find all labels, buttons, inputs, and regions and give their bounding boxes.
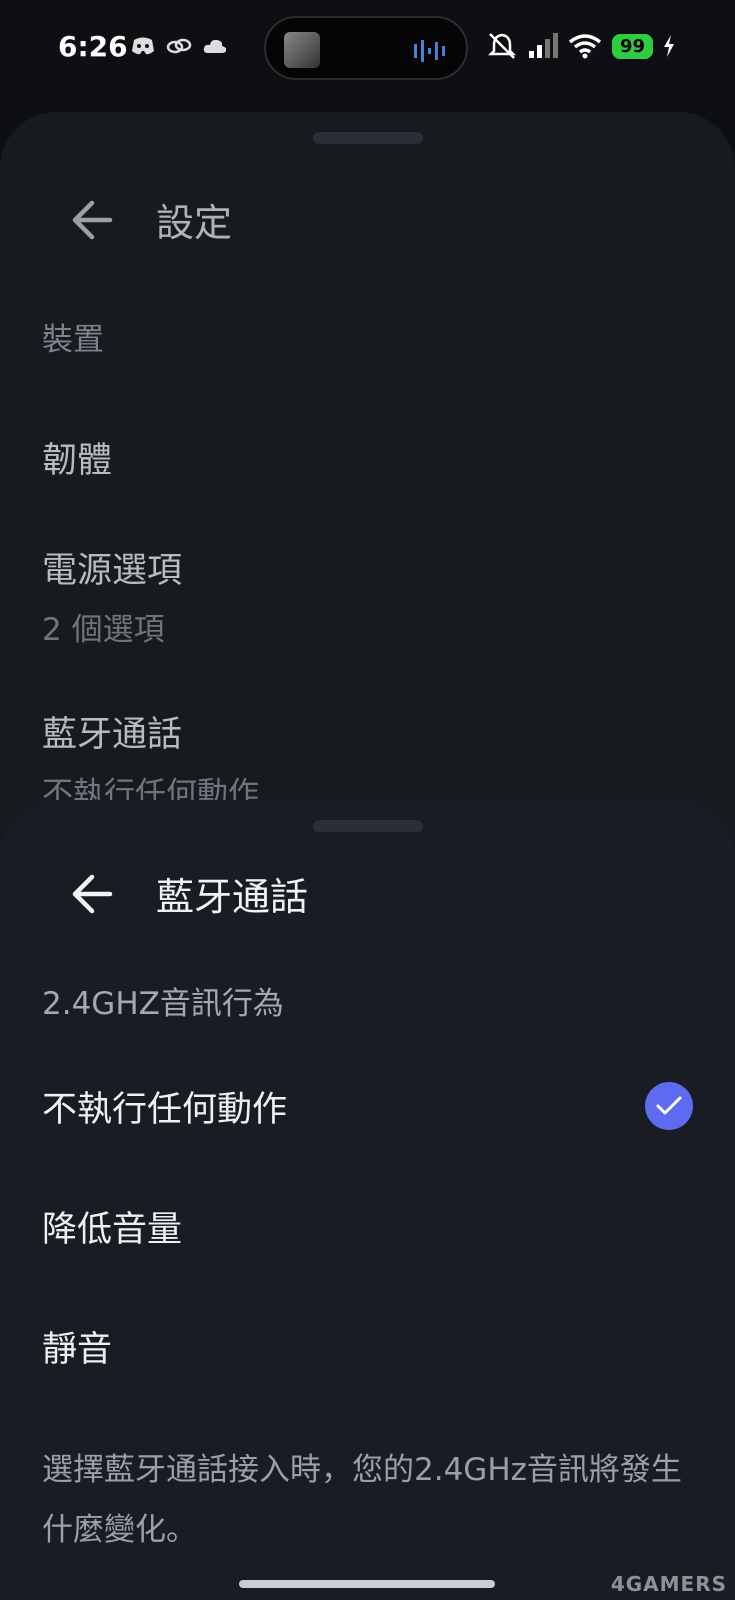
section-label-device: 裝置: [42, 322, 104, 358]
signal-icon: [528, 33, 558, 58]
settings-header: 設定: [70, 192, 232, 247]
setting-item-power-options-subtitle: 2 個選項: [42, 612, 165, 648]
sheet-handle[interactable]: [313, 132, 423, 144]
back-arrow-icon[interactable]: [70, 198, 114, 242]
wifi-icon: [568, 34, 602, 59]
dynamic-island[interactable]: [264, 16, 468, 80]
setting-item-bluetooth-call[interactable]: 藍牙通話: [42, 706, 182, 757]
discord-icon: [132, 37, 154, 55]
check-icon: [645, 1082, 693, 1130]
option-lower-volume[interactable]: 降低音量: [42, 1196, 693, 1256]
battery-level: 99: [611, 33, 653, 59]
option-do-nothing[interactable]: 不執行任何動作: [42, 1076, 693, 1136]
page-title: 設定: [156, 201, 233, 245]
audio-wave-icon: [414, 40, 445, 62]
setting-item-firmware[interactable]: 韌體: [42, 432, 112, 483]
section-label-audio-behavior: 2.4GHZ音訊行為: [42, 986, 284, 1022]
setting-item-power-options[interactable]: 電源選項: [42, 542, 182, 593]
cloud-icon: [203, 39, 227, 53]
link-icon: [166, 38, 192, 54]
bluetooth-call-sheet: 藍牙通話 2.4GHZ音訊行為 不執行任何動作 降低音量 靜音 選擇藍牙通話接入…: [0, 800, 735, 1600]
bluetooth-call-header: 藍牙通話: [70, 866, 308, 921]
option-label: 靜音: [42, 1329, 113, 1370]
watermark: 4GAMERS: [610, 1572, 727, 1596]
home-indicator[interactable]: [239, 1580, 495, 1588]
mute-bell-icon: [487, 33, 516, 59]
sheet-title: 藍牙通話: [156, 875, 309, 919]
option-label: 降低音量: [42, 1209, 183, 1250]
status-right-icons: 99: [486, 32, 675, 60]
sheet-handle[interactable]: [313, 820, 423, 832]
status-bar: 6:26 99: [0, 0, 735, 100]
status-time: 6:26: [58, 30, 128, 63]
back-arrow-icon[interactable]: [70, 872, 114, 916]
option-mute[interactable]: 靜音: [42, 1316, 693, 1376]
description-text: 選擇藍牙通話接入時，您的2.4GHz音訊將發生什麼變化。: [42, 1452, 682, 1548]
option-label: 不執行任何動作: [42, 1089, 288, 1130]
charging-icon: [664, 35, 674, 57]
notification-icons: [130, 34, 228, 58]
media-artwork: [284, 32, 320, 68]
